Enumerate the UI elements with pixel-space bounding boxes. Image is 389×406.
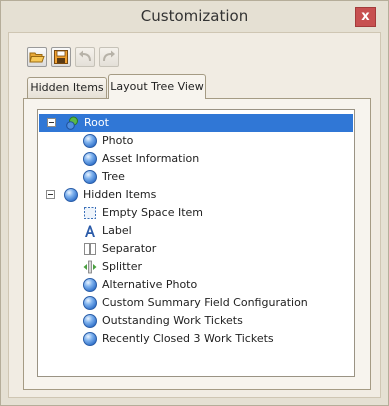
blue-sphere-icon (83, 278, 97, 292)
empty-space-icon (84, 207, 96, 219)
tree-node-label: Custom Summary Field Configuration (102, 296, 308, 309)
floppy-disk-icon (54, 50, 68, 64)
tree-node-root[interactable]: Root (39, 114, 353, 132)
title-bar[interactable]: Customization x (1, 1, 388, 33)
separator-icon (84, 243, 96, 255)
blue-sphere-icon (83, 170, 97, 184)
customization-window: Customization x Hidden Items Layout Tree… (0, 0, 389, 406)
undo-arrow-icon (79, 50, 91, 62)
blue-sphere-icon (83, 332, 97, 346)
collapse-toggle[interactable] (47, 118, 56, 127)
window-title: Customization (140, 7, 249, 25)
redo-button[interactable] (99, 47, 119, 67)
tree-node-label: Alternative Photo (102, 278, 198, 291)
folder-open-icon (29, 52, 45, 63)
tree-node-label: Label (102, 224, 132, 237)
redo-arrow-icon (103, 50, 115, 62)
splitter-icon (83, 260, 97, 274)
close-button[interactable]: x (355, 7, 376, 27)
open-layout-button[interactable] (27, 47, 47, 67)
blue-sphere-icon (83, 134, 97, 148)
tree-node-label: Tree (102, 170, 125, 183)
layout-group-icon (66, 116, 78, 130)
label-a-icon (85, 225, 95, 237)
layout-tree[interactable]: Root Photo Asset Information Tree Hidden… (37, 109, 355, 377)
blue-sphere-icon (83, 152, 97, 166)
blue-sphere-icon (83, 314, 97, 328)
tree-node-label: Root (84, 116, 109, 129)
tree-node-label: Hidden Items (83, 188, 157, 201)
undo-button[interactable] (75, 47, 95, 67)
tree-node-label: Separator (102, 242, 157, 255)
tree-node-label: Outstanding Work Tickets (102, 314, 243, 327)
tree-node-label: Splitter (102, 260, 142, 273)
tab-panel: Root Photo Asset Information Tree Hidden… (23, 98, 371, 390)
tree-node-label: Photo (102, 134, 134, 147)
tab-layout-tree-view[interactable]: Layout Tree View (108, 74, 206, 99)
collapse-toggle[interactable] (46, 190, 55, 199)
tree-node-label: Asset Information (102, 152, 200, 165)
save-layout-button[interactable] (51, 47, 71, 67)
blue-sphere-icon (64, 188, 78, 202)
client-area: Hidden Items Layout Tree View Root Photo (8, 32, 381, 398)
tab-hidden-items[interactable]: Hidden Items (27, 77, 107, 98)
tree-node-label: Empty Space Item (102, 206, 204, 219)
blue-sphere-icon (83, 296, 97, 310)
tree-node-label: Recently Closed 3 Work Tickets (102, 332, 274, 345)
